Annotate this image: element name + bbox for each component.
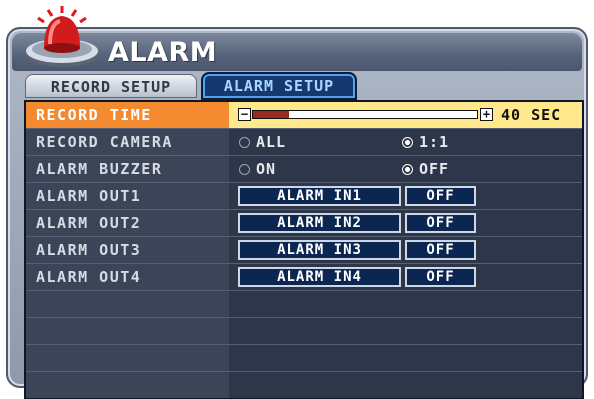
alarm-out3-row: ALARM OUT3 ALARM IN3 OFF — [26, 237, 582, 264]
empty-label — [26, 291, 229, 317]
alarm-out2-input-select[interactable]: ALARM IN2 — [238, 213, 401, 233]
alarm-out4-label: ALARM OUT4 — [26, 264, 229, 290]
empty-row — [26, 345, 582, 372]
empty-value — [229, 318, 582, 344]
alarm-out1-label: ALARM OUT1 — [26, 183, 229, 209]
slider-fill — [253, 111, 289, 118]
radio-camera-1-1[interactable]: 1:1 — [402, 129, 449, 155]
alarm-out4-input-select[interactable]: ALARM IN4 — [238, 267, 401, 287]
settings-panel: RECORD TIME − + 40 SEC RECORD CAMERA ALL… — [24, 100, 584, 399]
alarm-out3-state-select[interactable]: OFF — [405, 240, 476, 260]
record-time-value: − + 40 SEC — [229, 102, 582, 128]
alarm-out4-row: ALARM OUT4 ALARM IN4 OFF — [26, 264, 582, 291]
radio-label: OFF — [419, 160, 450, 178]
alarm-out2-label: ALARM OUT2 — [26, 210, 229, 236]
alarm-buzzer-row: ALARM BUZZER ON OFF — [26, 156, 582, 183]
siren-icon — [20, 4, 104, 70]
alarm-out2-row: ALARM OUT2 ALARM IN2 OFF — [26, 210, 582, 237]
tab-record-setup[interactable]: RECORD SETUP — [25, 74, 197, 98]
empty-row — [26, 372, 582, 399]
minus-icon[interactable]: − — [238, 108, 251, 121]
radio-label: ON — [256, 160, 277, 178]
alarm-buzzer-label: ALARM BUZZER — [26, 156, 229, 182]
empty-row — [26, 291, 582, 318]
radio-dot-icon — [239, 164, 250, 175]
empty-value — [229, 345, 582, 371]
alarm-buzzer-value: ON OFF — [229, 156, 582, 182]
radio-label: 1:1 — [419, 133, 450, 151]
record-time-label: RECORD TIME — [26, 102, 229, 128]
record-time-readout: 40 SEC — [501, 106, 562, 124]
alarm-out3-value: ALARM IN3 OFF — [229, 237, 582, 263]
alarm-out1-row: ALARM OUT1 ALARM IN1 OFF — [26, 183, 582, 210]
radio-camera-all[interactable]: ALL — [239, 129, 286, 155]
alarm-out1-value: ALARM IN1 OFF — [229, 183, 582, 209]
alarm-out1-input-select[interactable]: ALARM IN1 — [238, 186, 401, 206]
radio-dot-icon — [239, 137, 250, 148]
empty-value — [229, 372, 582, 398]
alarm-out4-state-select[interactable]: OFF — [405, 267, 476, 287]
record-time-row[interactable]: RECORD TIME − + 40 SEC — [26, 102, 582, 129]
alarm-out4-value: ALARM IN4 OFF — [229, 264, 582, 290]
alarm-out1-state-select[interactable]: OFF — [405, 186, 476, 206]
alarm-out3-input-select[interactable]: ALARM IN3 — [238, 240, 401, 260]
alarm-out2-state-select[interactable]: OFF — [405, 213, 476, 233]
alarm-window: ALARM RECORD SETUP ALARM SETUP RECORD TI… — [6, 27, 588, 399]
tab-alarm-setup[interactable]: ALARM SETUP — [201, 72, 357, 100]
window-title: ALARM — [108, 37, 218, 68]
radio-buzzer-on[interactable]: ON — [239, 156, 276, 182]
record-time-slider[interactable] — [252, 110, 478, 119]
record-camera-label: RECORD CAMERA — [26, 129, 229, 155]
empty-label — [26, 372, 229, 398]
empty-label — [26, 318, 229, 344]
record-camera-value: ALL 1:1 — [229, 129, 582, 155]
empty-row — [26, 318, 582, 345]
radio-dot-icon — [402, 137, 413, 148]
plus-icon[interactable]: + — [480, 108, 493, 121]
radio-dot-icon — [402, 164, 413, 175]
radio-buzzer-off[interactable]: OFF — [402, 156, 449, 182]
empty-value — [229, 291, 582, 317]
empty-label — [26, 345, 229, 371]
radio-label: ALL — [256, 133, 287, 151]
alarm-out2-value: ALARM IN2 OFF — [229, 210, 582, 236]
record-camera-row: RECORD CAMERA ALL 1:1 — [26, 129, 582, 156]
alarm-out3-label: ALARM OUT3 — [26, 237, 229, 263]
